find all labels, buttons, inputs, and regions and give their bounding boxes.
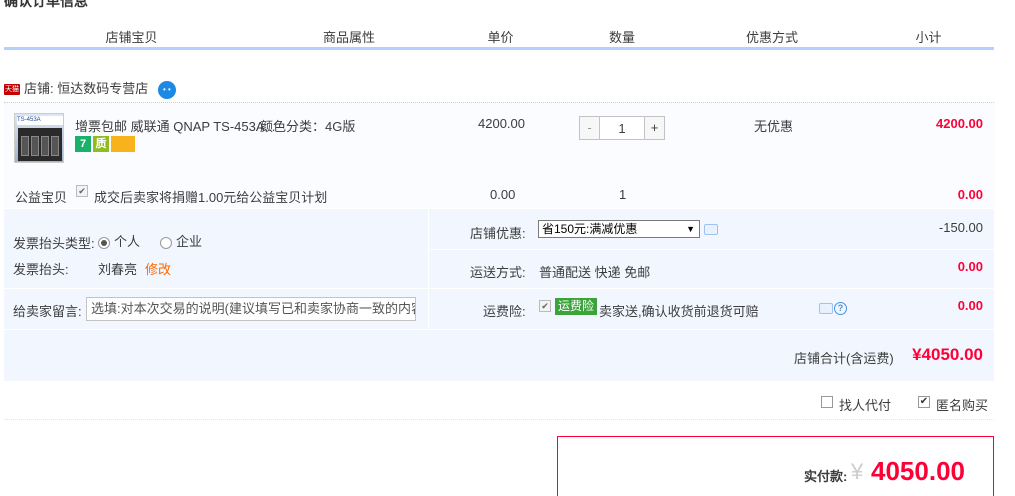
nas-device-image xyxy=(18,128,62,161)
shipping-label: 运送方式: xyxy=(470,265,526,280)
shop-total-value: ¥4050.00 xyxy=(912,345,983,364)
insurance-checkbox: ✔ xyxy=(539,300,551,312)
anonymous-checkbox[interactable]: ✔ xyxy=(918,396,930,408)
options-divider xyxy=(4,329,428,330)
proxy-pay-label: 找人代付 xyxy=(839,398,892,413)
shop-name[interactable]: 恒达数码专营店 xyxy=(57,81,148,96)
tmall-badge-icon: 天猫 xyxy=(4,84,20,96)
section-title: 确认订单信息 xyxy=(4,0,88,9)
company-radio[interactable] xyxy=(160,236,172,249)
options-divider xyxy=(428,288,994,289)
product-title[interactable]: 增票包邮 威联通 QNAP TS-453A... xyxy=(75,116,275,135)
charity-checkbox: ✔ xyxy=(76,185,88,197)
insurance-text: 卖家送,确认收货前退货可赔 xyxy=(599,304,759,319)
invoice-header-value: 刘春亮 xyxy=(98,262,138,277)
personal-label: 个人 xyxy=(114,234,141,249)
seven-day-return-icon[interactable]: 7 xyxy=(75,136,91,152)
insurance-tag: 运费险 xyxy=(555,298,598,315)
charity-text: 成交后卖家将捐赠1.00元给公益宝贝计划 xyxy=(94,190,328,205)
shop-discount-value: -150.00 xyxy=(938,220,983,235)
anonymous-label: 匿名购买 xyxy=(936,398,989,413)
payment-total: 4050.00 xyxy=(871,456,965,486)
payment-currency: ¥ xyxy=(851,459,864,484)
charity-label: 公益宝贝 xyxy=(15,190,68,205)
quantity-stepper: - + xyxy=(579,116,665,140)
shop-discount-label: 店铺优惠: xyxy=(470,226,526,241)
item-discount: 无优惠 xyxy=(754,119,794,134)
personal-radio[interactable] xyxy=(98,236,110,249)
insurance-chat-icon[interactable] xyxy=(819,303,833,314)
unit-price: 4200.00 xyxy=(478,116,525,131)
invoice-header-label: 发票抬头: xyxy=(13,262,69,277)
anonymous-option[interactable]: ✔ 匿名购买 xyxy=(918,395,988,414)
options-divider-vertical xyxy=(428,209,429,329)
discount-chat-icon[interactable] xyxy=(704,224,718,235)
shop-discount-select[interactable]: 省150元:满减优惠 ▼ xyxy=(538,220,700,238)
item-subtotal: 4200.00 xyxy=(936,116,983,131)
product-property: 颜色分类：4G版 xyxy=(260,119,356,134)
shipping-method: 普通配送 快递 免邮 xyxy=(539,265,651,280)
company-label: 企业 xyxy=(176,234,203,249)
invoice-type-label: 发票抬头类型: xyxy=(13,236,95,251)
insurance-label: 运费险: xyxy=(483,304,526,319)
credit-card-icon[interactable] xyxy=(111,136,135,152)
options-divider xyxy=(428,249,994,250)
shop-total-label: 店铺合计(含运费) xyxy=(794,351,894,366)
payment-label: 实付款: xyxy=(804,469,848,484)
charity-subtotal: 0.00 xyxy=(957,187,983,202)
quality-guarantee-icon[interactable]: 质 xyxy=(93,136,109,152)
wangwang-chat-icon[interactable]: • • xyxy=(157,80,176,99)
proxy-pay-option[interactable]: 找人代付 xyxy=(821,395,891,414)
options-divider xyxy=(428,329,994,330)
shop-label: 店铺: xyxy=(24,81,54,96)
dropdown-arrow-icon: ▼ xyxy=(686,224,695,234)
quantity-input[interactable] xyxy=(600,117,644,139)
charity-price: 0.00 xyxy=(490,187,516,202)
charity-quantity: 1 xyxy=(619,187,627,202)
invoice-edit-link[interactable]: 修改 xyxy=(145,259,171,278)
header-divider xyxy=(4,47,994,50)
quantity-decrease-button[interactable]: - xyxy=(580,117,600,139)
shop-row: 天猫 店铺: 恒达数码专营店 • • xyxy=(4,78,176,100)
thumbnail-caption: TS-453A xyxy=(17,116,63,125)
seller-message-input[interactable]: 选填:对本次交易的说明(建议填写已和卖家协商一致的内容) xyxy=(86,297,416,321)
message-label: 给卖家留言: xyxy=(13,304,82,319)
proxy-pay-checkbox[interactable] xyxy=(821,396,833,408)
quantity-increase-button[interactable]: + xyxy=(644,117,664,139)
insurance-value: 0.00 xyxy=(957,298,983,313)
product-thumbnail[interactable]: TS-453A xyxy=(14,113,64,163)
service-badges: 7质 xyxy=(75,136,137,152)
shop-discount-selected: 省150元:满减优惠 xyxy=(542,222,638,236)
insurance-help-icon[interactable]: ? xyxy=(834,302,847,315)
options-divider xyxy=(4,288,428,289)
invoice-personal-option[interactable]: 个人 xyxy=(98,231,140,250)
shipping-value: 0.00 xyxy=(957,259,983,274)
invoice-company-option[interactable]: 企业 xyxy=(160,231,202,250)
options-bottom-divider xyxy=(4,419,994,420)
